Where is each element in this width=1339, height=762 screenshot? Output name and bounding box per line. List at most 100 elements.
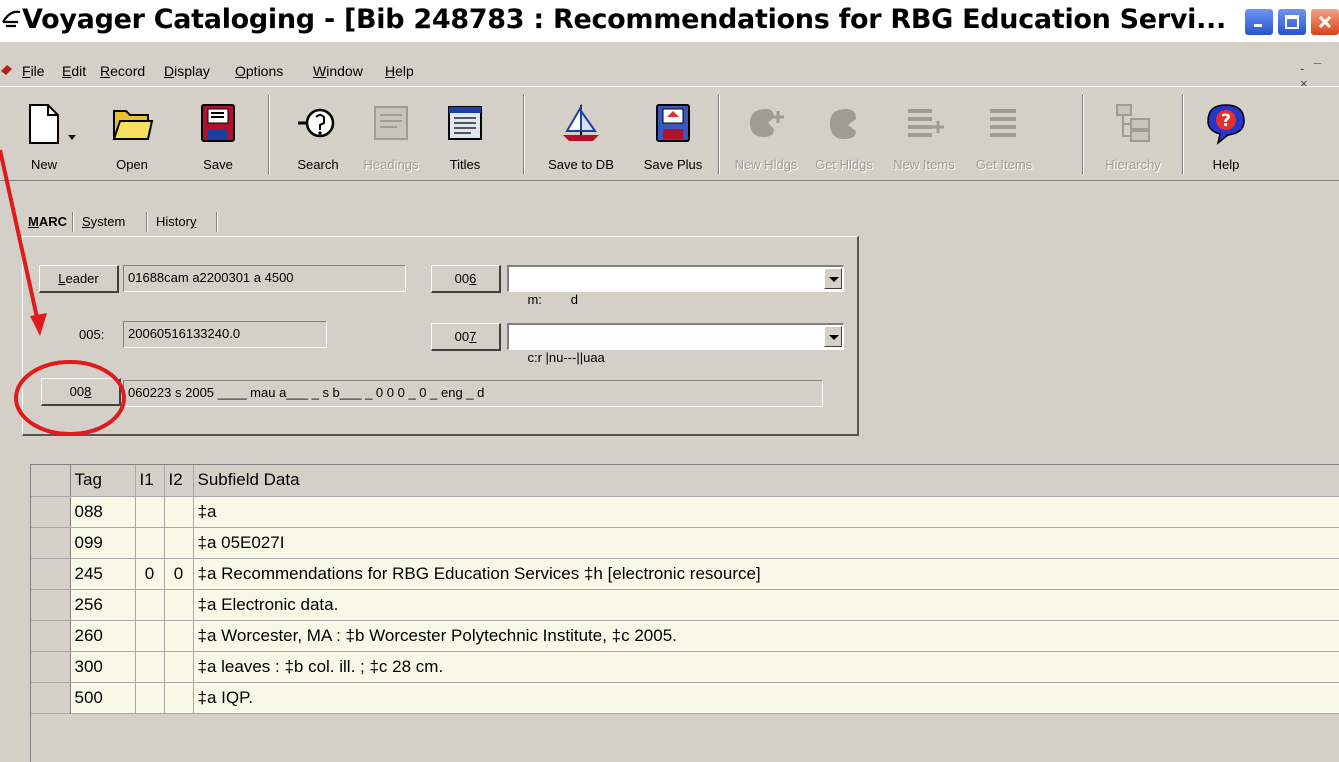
toolbar-new-button[interactable]: New <box>14 95 76 177</box>
menu-window[interactable]: Window <box>313 63 363 79</box>
toolbar-hierarchy-button[interactable]: Hierarchy <box>1093 95 1173 177</box>
app-logo-icon <box>2 10 21 28</box>
subfield-data-cell[interactable]: ‡a <box>193 496 1339 528</box>
row-selector[interactable] <box>31 558 71 590</box>
toolbar-open-button[interactable]: Open <box>102 95 162 177</box>
field-007-button[interactable]: 007 <box>431 323 501 351</box>
floppy-disk-icon <box>201 104 235 142</box>
field-005-value: 20060516133240.0 <box>123 321 327 348</box>
field-007-combo[interactable]: c:r |nu---||uaa <box>507 323 844 365</box>
row-selector[interactable] <box>31 589 71 621</box>
table-row[interactable]: 256 ‡a Electronic data. <box>31 589 1339 621</box>
title-bar[interactable]: Voyager Cataloging - [Bib 248783 : Recom… <box>0 0 1339 42</box>
close-icon <box>1318 15 1332 29</box>
table-row[interactable]: 260 ‡a Worcester, MA : ‡b Worcester Poly… <box>31 620 1339 652</box>
leader-button[interactable]: Leader <box>39 265 119 293</box>
chevron-down-icon[interactable] <box>68 135 76 141</box>
menu-file[interactable]: File <box>22 63 45 79</box>
tab-marc[interactable]: MARC <box>28 214 67 229</box>
table-row[interactable]: 088 ‡a <box>31 496 1339 528</box>
folder-open-icon <box>112 110 154 140</box>
tag-cell[interactable]: 500 <box>70 682 136 714</box>
subfield-data-cell[interactable]: ‡a leaves : ‡b col. ill. ; ‡c 28 cm. <box>193 651 1339 683</box>
leader-field[interactable]: 01688cam a2200301 a 4500 <box>123 265 406 292</box>
maximize-button[interactable] <box>1277 8 1307 36</box>
subfield-data-cell[interactable]: ‡a IQP. <box>193 682 1339 714</box>
table-row[interactable]: 245 0 0 ‡a Recommendations for RBG Educa… <box>31 558 1339 590</box>
toolbar-get-hldgs-button[interactable]: Get Hldgs <box>806 95 882 177</box>
menu-record[interactable]: Record <box>100 63 145 79</box>
indicator2-cell[interactable]: 0 <box>164 558 194 590</box>
indicator2-cell[interactable] <box>164 620 194 652</box>
tag-cell[interactable]: 300 <box>70 651 136 683</box>
toolbar-headings-button[interactable]: Headings <box>356 95 426 177</box>
search-magnifier-icon <box>298 108 335 138</box>
menu-options[interactable]: Options <box>235 63 283 79</box>
toolbar-get-items-button[interactable]: Get Items <box>966 95 1042 177</box>
toolbar-save-label: Save <box>203 157 233 172</box>
tag-cell[interactable]: 256 <box>70 589 136 621</box>
indicator1-cell[interactable] <box>135 620 165 652</box>
row-selector[interactable] <box>31 620 71 652</box>
toolbar-headings-label: Headings <box>363 157 419 172</box>
indicator1-cell[interactable] <box>135 527 165 559</box>
toolbar-help-button[interactable]: ? Help <box>1196 95 1256 177</box>
table-row[interactable]: 099 ‡a 05E027I <box>31 527 1339 559</box>
toolbar-search-button[interactable]: Search <box>283 95 353 177</box>
grid-header-row: Tag I1 I2 Subfield Data <box>31 465 1339 497</box>
indicator1-cell[interactable] <box>135 496 165 528</box>
menu-help[interactable]: Help <box>385 63 414 79</box>
tab-system[interactable]: System <box>82 214 125 229</box>
row-selector[interactable] <box>31 682 71 714</box>
column-header-i1[interactable]: I1 <box>135 465 165 497</box>
toolbar-save-button[interactable]: Save <box>188 95 248 177</box>
toolbar-new-label: New <box>30 157 57 172</box>
toolbar-new-items-button[interactable]: New Items <box>884 95 964 177</box>
minimize-button[interactable] <box>1244 8 1274 36</box>
toolbar-new-hldgs-button[interactable]: New Hldgs <box>728 95 804 177</box>
column-header-tag[interactable]: Tag <box>70 465 136 497</box>
tag-cell[interactable]: 088 <box>70 496 136 528</box>
toolbar-search-label: Search <box>297 157 339 172</box>
indicator1-cell[interactable] <box>135 589 165 621</box>
indicator2-cell[interactable] <box>164 496 194 528</box>
tag-cell[interactable]: 245 <box>70 558 136 590</box>
indicator1-cell[interactable] <box>135 682 165 714</box>
column-header-subfield-data[interactable]: Subfield Data <box>193 465 1339 497</box>
toolbar-save-plus-button[interactable]: Save Plus <box>632 95 714 177</box>
menu-display[interactable]: Display <box>164 63 210 79</box>
toolbar-save-plus-label: Save Plus <box>643 157 703 172</box>
field-006-button[interactable]: 006 <box>431 265 501 293</box>
close-button[interactable] <box>1310 8 1339 36</box>
subfield-data-cell[interactable]: ‡a 05E027I <box>193 527 1339 559</box>
indicator2-cell[interactable] <box>164 527 194 559</box>
table-row[interactable]: 500 ‡a IQP. <box>31 682 1339 714</box>
field-008-button[interactable]: 008 <box>41 378 121 406</box>
toolbar-titles-button[interactable]: Titles <box>430 95 500 177</box>
row-selector[interactable] <box>31 527 71 559</box>
chevron-down-icon[interactable] <box>824 326 842 347</box>
tag-cell[interactable]: 260 <box>70 620 136 652</box>
indicator2-cell[interactable] <box>164 589 194 621</box>
subfield-data-cell[interactable]: ‡a Worcester, MA : ‡b Worcester Polytech… <box>193 620 1339 652</box>
toolbar-separator <box>268 95 270 175</box>
row-selector[interactable] <box>31 651 71 683</box>
table-row[interactable]: 300 ‡a leaves : ‡b col. ill. ; ‡c 28 cm. <box>31 651 1339 683</box>
indicator1-cell[interactable]: 0 <box>135 558 165 590</box>
menu-edit[interactable]: Edit <box>62 63 86 79</box>
document-menu-icon[interactable] <box>0 63 14 77</box>
indicator2-cell[interactable] <box>164 682 194 714</box>
tab-history[interactable]: History <box>156 214 196 229</box>
row-selector[interactable] <box>31 496 71 528</box>
toolbar-save-to-db-button[interactable]: Save to DB <box>534 95 628 177</box>
chevron-down-icon[interactable] <box>824 268 842 289</box>
headings-icon <box>374 106 408 140</box>
tag-cell[interactable]: 099 <box>70 527 136 559</box>
field-008-value[interactable]: 060223 s 2005 ____ mau a___ _ s b___ _ 0… <box>123 380 823 407</box>
field-006-combo[interactable]: m: d <box>507 265 844 307</box>
subfield-data-cell[interactable]: ‡a Recommendations for RBG Education Ser… <box>193 558 1339 590</box>
indicator2-cell[interactable] <box>164 651 194 683</box>
column-header-i2[interactable]: I2 <box>164 465 194 497</box>
indicator1-cell[interactable] <box>135 651 165 683</box>
subfield-data-cell[interactable]: ‡a Electronic data. <box>193 589 1339 621</box>
